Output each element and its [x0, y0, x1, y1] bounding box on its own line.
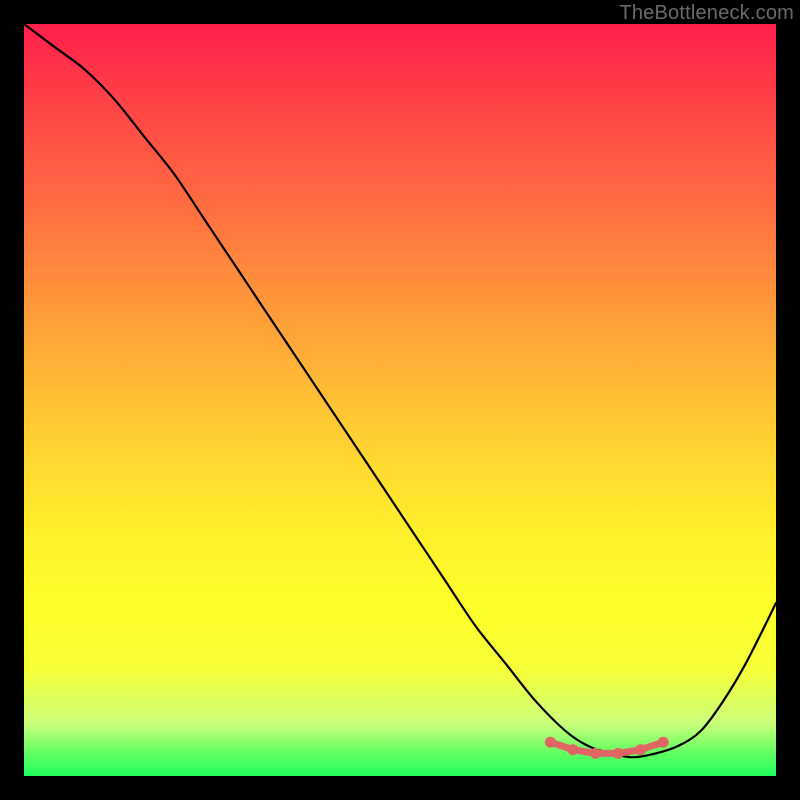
gradient-background [24, 24, 776, 776]
chart-frame [24, 24, 776, 776]
watermark-text: TheBottleneck.com [619, 2, 794, 25]
